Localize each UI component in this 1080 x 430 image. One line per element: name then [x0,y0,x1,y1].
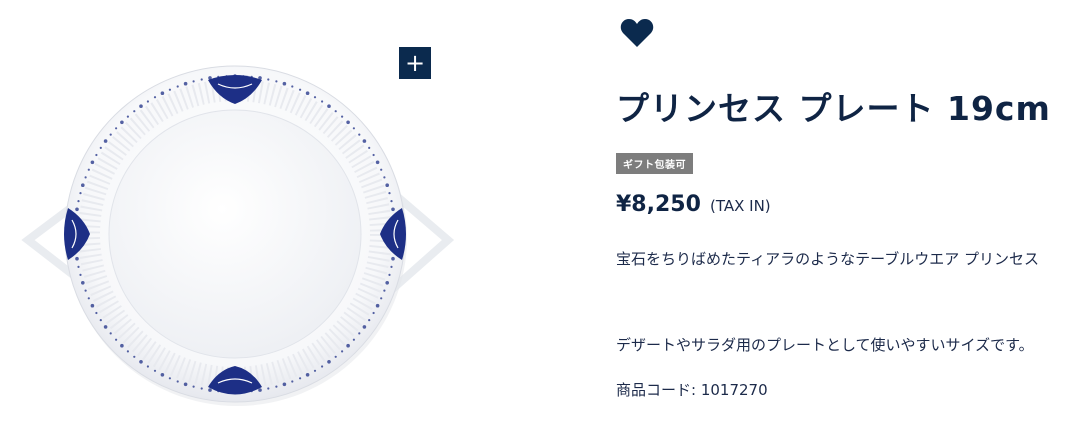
product-image[interactable] [20,40,480,430]
product-code: 商品コード: 1017270 [616,381,768,399]
product-detail: デザートやサラダ用のプレートとして使いやすいサイズです。 [616,336,1034,354]
zoom-button[interactable]: + [399,47,431,79]
tax-note: (TAX IN) [710,197,771,215]
product-title: プリンセス プレート 19cm [616,89,1051,128]
heart-icon[interactable] [620,18,654,48]
product-gallery: + [0,0,470,429]
product-description: 宝石をちりばめたティアラのようなテーブルウエア プリンセス [616,250,1039,268]
gift-wrap-badge: ギフト包装可 [616,153,693,174]
price: ¥8,250 (TAX IN) [616,192,771,217]
price-amount: ¥8,250 [616,192,701,217]
plus-icon: + [404,49,426,77]
